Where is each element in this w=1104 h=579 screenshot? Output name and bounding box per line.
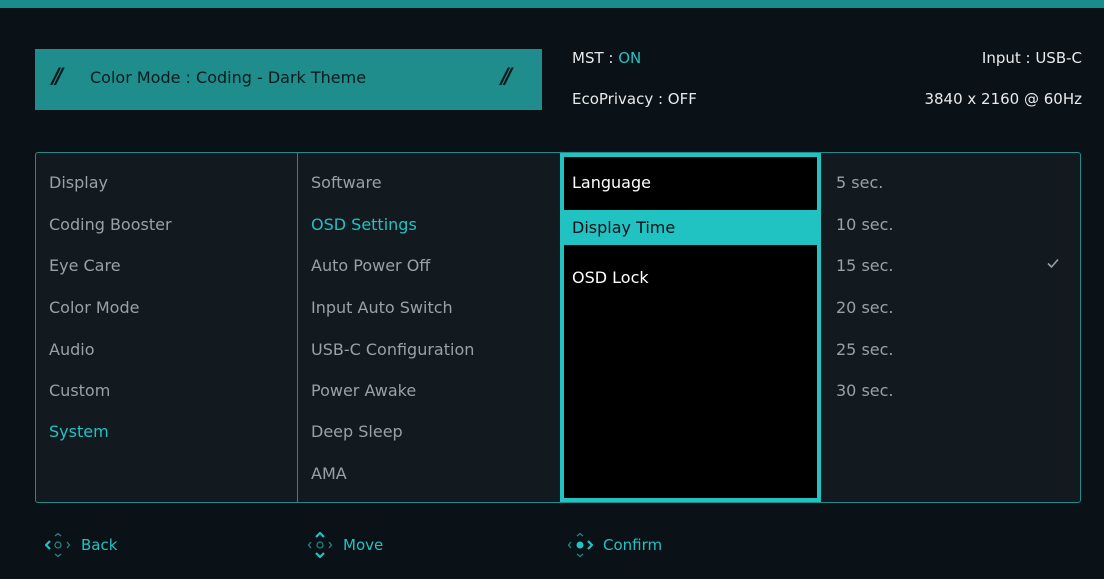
display-time-options-column: 5 sec. 10 sec. 15 sec. 20 sec. 25 sec. 3…	[821, 153, 1080, 502]
submenu-item-input-auto-switch[interactable]: Input Auto Switch	[298, 293, 560, 323]
double-slash-icon: //	[52, 64, 64, 88]
color-mode-label: Color Mode : Coding - Dark Theme	[90, 68, 367, 87]
mst-value: ON	[618, 49, 642, 67]
checkmark-icon	[1047, 258, 1059, 269]
option-25-sec[interactable]: 25 sec.	[821, 335, 1080, 365]
footer-confirm[interactable]: Confirm	[567, 530, 662, 560]
system-submenu-column: Software OSD Settings Auto Power Off Inp…	[298, 153, 560, 502]
option-5-sec[interactable]: 5 sec.	[821, 168, 1080, 198]
footer-back-label: Back	[81, 536, 118, 554]
color-mode-banner: // Color Mode : Coding - Dark Theme //	[35, 49, 542, 110]
joystick-left-icon	[45, 532, 71, 558]
input-status: Input : USB-C	[981, 49, 1082, 67]
menu-item-coding-booster[interactable]: Coding Booster	[36, 210, 297, 240]
footer-back[interactable]: Back	[45, 530, 117, 560]
submenu-item-usb-c-configuration[interactable]: USB-C Configuration	[298, 335, 560, 365]
menu-item-eye-care[interactable]: Eye Care	[36, 251, 297, 281]
submenu-item-deep-sleep[interactable]: Deep Sleep	[298, 417, 560, 447]
top-accent-line	[0, 0, 1104, 8]
osd-settings-column: Language Display Time OSD Lock	[560, 153, 821, 502]
footer-move-label: Move	[343, 536, 384, 554]
menu-item-system[interactable]: System	[36, 417, 297, 447]
mst-status: MST : ON	[572, 49, 641, 67]
option-30-sec[interactable]: 30 sec.	[821, 376, 1080, 406]
resolution-status: 3840 x 2160 @ 60Hz	[924, 90, 1082, 108]
submenu-item-power-awake[interactable]: Power Awake	[298, 376, 560, 406]
ecoprivacy-status: EcoPrivacy : OFF	[572, 90, 697, 108]
osd-item-osd-lock[interactable]: OSD Lock	[564, 263, 817, 293]
footer-move[interactable]: Move	[307, 530, 383, 560]
joystick-updown-icon	[307, 532, 333, 558]
option-15-sec-label: 15 sec.	[836, 256, 894, 275]
menu-item-audio[interactable]: Audio	[36, 335, 297, 365]
osd-item-display-time[interactable]: Display Time	[564, 210, 817, 245]
option-10-sec[interactable]: 10 sec.	[821, 210, 1080, 240]
joystick-press-icon	[567, 532, 593, 558]
option-15-sec[interactable]: 15 sec.	[821, 251, 1080, 281]
footer-confirm-label: Confirm	[603, 536, 663, 554]
double-slash-icon: //	[501, 64, 513, 88]
submenu-item-ama[interactable]: AMA	[298, 459, 560, 489]
menu-item-color-mode[interactable]: Color Mode	[36, 293, 297, 323]
submenu-item-osd-settings[interactable]: OSD Settings	[298, 210, 560, 240]
submenu-item-software[interactable]: Software	[298, 168, 560, 198]
submenu-item-auto-power-off[interactable]: Auto Power Off	[298, 251, 560, 281]
osd-menu-panel: Display Coding Booster Eye Care Color Mo…	[35, 152, 1081, 503]
menu-item-custom[interactable]: Custom	[36, 376, 297, 406]
option-20-sec[interactable]: 20 sec.	[821, 293, 1080, 323]
mst-label: MST :	[572, 49, 619, 67]
osd-item-language[interactable]: Language	[564, 168, 817, 198]
menu-item-display[interactable]: Display	[36, 168, 297, 198]
main-menu-column: Display Coding Booster Eye Care Color Mo…	[36, 153, 298, 502]
